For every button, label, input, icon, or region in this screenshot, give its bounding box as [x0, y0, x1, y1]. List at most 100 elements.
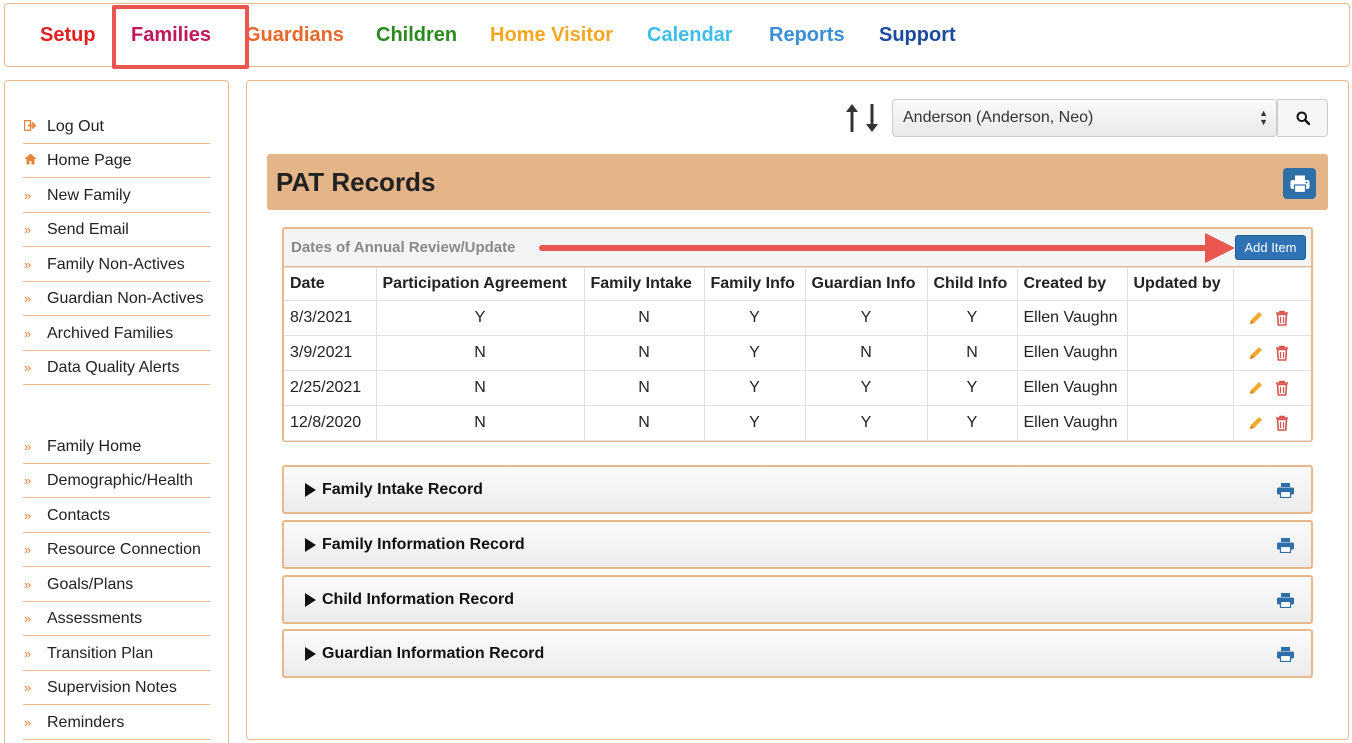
cell-child-info: Y	[926, 300, 1018, 336]
page-banner: PAT Records	[267, 154, 1328, 210]
cell-child-info: Y	[926, 405, 1018, 441]
nav-calendar[interactable]: Calendar	[647, 24, 733, 47]
nav-guardians[interactable]: Guardians	[245, 24, 344, 47]
sidebar-item-family-home[interactable]: » Family Home	[23, 430, 210, 464]
sidebar-item-archived-families[interactable]: » Archived Families	[23, 317, 210, 351]
sidebar-item-data-quality-alerts[interactable]: » Data Quality Alerts	[23, 351, 210, 385]
sidebar-item-family-non-actives[interactable]: » Family Non-Actives	[23, 248, 210, 282]
print-icon[interactable]	[1277, 593, 1294, 613]
sidebar-item-transition-plan[interactable]: » Transition Plan	[23, 637, 210, 671]
sidebar-item-log-out[interactable]: Log Out	[23, 110, 210, 144]
family-select-value: Anderson (Anderson, Neo)	[903, 109, 1094, 126]
print-icon[interactable]	[1277, 538, 1294, 558]
sidebar-item-label: Demographic/Health	[47, 471, 193, 489]
chevron-double-right-icon: »	[24, 326, 32, 341]
cell-date: 2/25/2021	[284, 370, 377, 406]
nav-support[interactable]: Support	[879, 24, 956, 47]
sort-arrows-icon[interactable]	[843, 102, 881, 141]
add-item-button[interactable]: Add Item	[1235, 235, 1306, 260]
column-header	[1232, 267, 1311, 301]
sidebar-item-label: Transition Plan	[47, 644, 154, 662]
chevron-double-right-icon: »	[24, 291, 32, 306]
sidebar-item-label: Reminders	[47, 713, 125, 731]
cell-actions	[1232, 370, 1311, 406]
search-icon	[1296, 111, 1310, 125]
cell-guardian-info: Y	[804, 405, 928, 441]
sidebar-item-supervision-notes[interactable]: » Supervision Notes	[23, 671, 210, 705]
section-family-information-record[interactable]: Family Information Record	[282, 520, 1313, 569]
cell-family-intake: N	[583, 300, 705, 336]
pencil-icon[interactable]	[1248, 310, 1264, 326]
cell-created-by: Ellen Vaughn	[1016, 370, 1128, 406]
pencil-icon[interactable]	[1248, 345, 1264, 361]
expand-triangle-icon	[305, 483, 316, 497]
section-child-information-record[interactable]: Child Information Record	[282, 575, 1313, 624]
nav-children[interactable]: Children	[376, 24, 457, 47]
column-header[interactable]: Child Info	[926, 267, 1018, 301]
home-icon	[23, 153, 47, 168]
sidebar: Log Out Home Page » New Family » Send Em…	[4, 80, 229, 743]
family-select[interactable]: Anderson (Anderson, Neo) ▲ ▼	[892, 99, 1277, 137]
cell-actions	[1232, 335, 1311, 371]
sidebar-item-send-email[interactable]: » Send Email	[23, 213, 210, 247]
print-icon[interactable]	[1277, 647, 1294, 667]
select-arrows-icon: ▲ ▼	[1259, 108, 1268, 127]
column-header[interactable]: Family Info	[703, 267, 806, 301]
trash-icon[interactable]	[1275, 380, 1289, 396]
sidebar-item-goals-plans[interactable]: » Goals/Plans	[23, 568, 210, 602]
sign-out-icon	[23, 119, 47, 134]
expand-triangle-icon	[305, 593, 316, 607]
annotation-arrow-head	[1205, 233, 1235, 263]
cell-actions	[1232, 405, 1311, 441]
sidebar-item-new-family[interactable]: » New Family	[23, 179, 210, 213]
sidebar-item-label: Goals/Plans	[47, 575, 134, 593]
cell-date: 12/8/2020	[284, 405, 377, 441]
column-header[interactable]: Updated by	[1126, 267, 1234, 301]
section-family-intake-record[interactable]: Family Intake Record	[282, 465, 1313, 514]
sidebar-item-assessments[interactable]: » Assessments	[23, 602, 210, 636]
sidebar-item-label: Contacts	[47, 506, 111, 524]
search-button[interactable]	[1277, 99, 1328, 137]
sidebar-item-resource-connection[interactable]: » Resource Connection	[23, 533, 210, 567]
nav-home-visitor[interactable]: Home Visitor	[490, 24, 613, 47]
sidebar-item-label: Data Quality Alerts	[47, 358, 180, 376]
sidebar-item-label: Home Page	[47, 151, 132, 169]
sidebar-item-guardian-non-actives[interactable]: » Guardian Non-Actives	[23, 282, 210, 316]
cell-created-by: Ellen Vaughn	[1016, 335, 1128, 371]
chevron-double-right-icon: »	[24, 611, 32, 626]
sidebar-item-label: Send Email	[47, 220, 129, 238]
sidebar-item-contacts[interactable]: » Contacts	[23, 499, 210, 533]
section-guardian-information-record[interactable]: Guardian Information Record	[282, 629, 1313, 678]
chevron-double-right-icon: »	[24, 473, 32, 488]
trash-icon[interactable]	[1275, 415, 1289, 431]
chevron-double-right-icon: »	[24, 508, 32, 523]
sidebar-item-demographic-health[interactable]: » Demographic/Health	[23, 464, 210, 498]
trash-icon[interactable]	[1275, 310, 1289, 326]
pencil-icon[interactable]	[1248, 380, 1264, 396]
table-header-row: Date Participation Agreement Family Inta…	[284, 267, 1311, 301]
column-header[interactable]: Participation Agreement	[375, 267, 585, 301]
print-icon[interactable]	[1277, 483, 1294, 503]
chevron-double-right-icon: »	[24, 188, 32, 203]
column-header[interactable]: Guardian Info	[804, 267, 928, 301]
column-header[interactable]: Family Intake	[583, 267, 705, 301]
pencil-icon[interactable]	[1248, 415, 1264, 431]
cell-guardian-info: Y	[804, 300, 928, 336]
annual-review-title: Dates of Annual Review/Update	[291, 239, 516, 256]
nav-reports[interactable]: Reports	[769, 24, 845, 47]
cell-guardian-info: N	[804, 335, 928, 371]
section-label: Guardian Information Record	[322, 645, 545, 662]
column-header[interactable]: Created by	[1016, 267, 1128, 301]
nav-setup[interactable]: Setup	[40, 24, 96, 47]
column-header[interactable]: Date	[284, 267, 377, 301]
cell-updated-by	[1126, 370, 1234, 406]
table-row: 2/25/2021 N N Y Y Y Ellen Vaughn	[284, 370, 1311, 406]
trash-icon[interactable]	[1275, 345, 1289, 361]
print-button[interactable]	[1283, 168, 1316, 199]
expand-triangle-icon	[305, 647, 316, 661]
sidebar-item-home-page[interactable]: Home Page	[23, 144, 210, 178]
cell-date: 3/9/2021	[284, 335, 377, 371]
cell-updated-by	[1126, 335, 1234, 371]
sidebar-item-reminders[interactable]: » Reminders	[23, 706, 210, 740]
cell-participation-agreement: N	[375, 335, 585, 371]
